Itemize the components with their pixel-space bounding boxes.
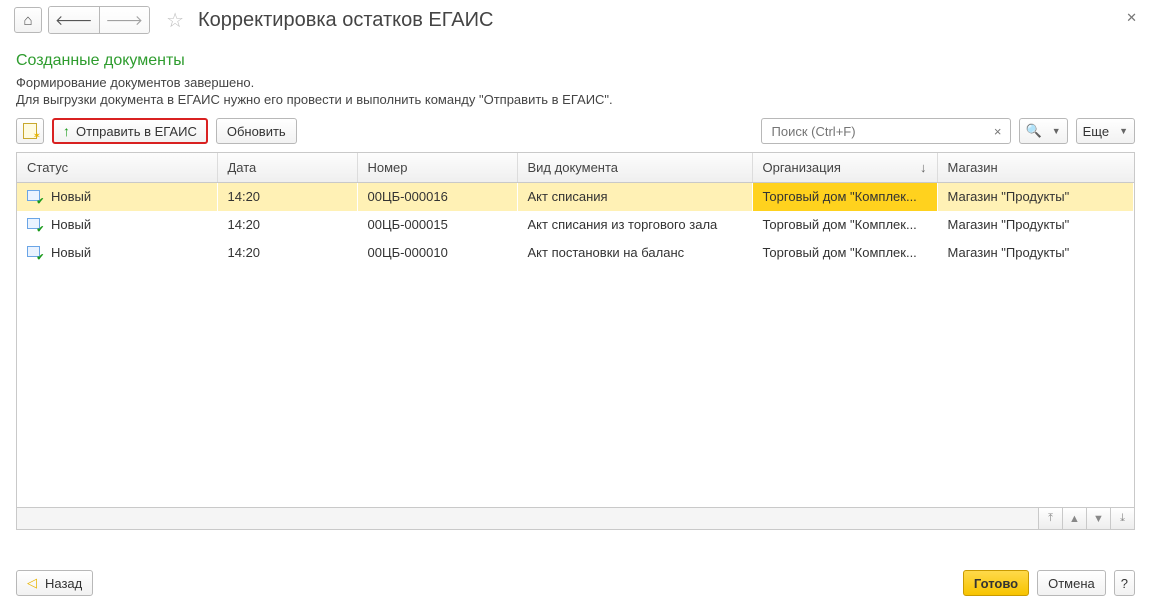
page-title: Корректировка остатков ЕГАИС [198,9,493,32]
cell-date: 14:20 [217,211,357,239]
cell-status: Новый [17,211,217,239]
search-clear-button[interactable]: × [990,124,1006,139]
caret-down-icon: ▼ [1119,126,1128,136]
refresh-button[interactable]: Обновить [216,118,297,144]
instruction-line-2: Для выгрузки документа в ЕГАИС нужно его… [16,91,1135,108]
pager-up-button[interactable]: ▲ [1062,508,1086,529]
search-input[interactable] [770,123,990,140]
col-store[interactable]: Магазин [937,153,1134,183]
pager-first-button[interactable]: ⤒ [1038,508,1062,529]
col-doc-type[interactable]: Вид документа [517,153,752,183]
done-label: Готово [974,576,1018,591]
sort-indicator-icon: ↓ [920,160,927,175]
more-label: Еще [1083,124,1109,139]
home-icon [23,12,32,29]
cell-number: 00ЦБ-000015 [357,211,517,239]
search-field-wrap: × [761,118,1011,144]
cell-org: Торговый дом "Комплек... [752,183,937,211]
arrow-left-icon [55,12,93,29]
table-row[interactable]: Новый14:2000ЦБ-000010Акт постановки на б… [17,239,1134,267]
status-icon [27,218,41,231]
cell-doc_type: Акт постановки на баланс [517,239,752,267]
new-document-icon [23,123,37,139]
back-triangle-icon: ◁ [27,575,37,591]
back-label: Назад [45,576,82,591]
col-org[interactable]: Организация↓ [752,153,937,183]
pager-down-button[interactable]: ▼ [1086,508,1110,529]
col-date[interactable]: Дата [217,153,357,183]
cell-status: Новый [17,183,217,211]
status-icon [27,190,41,203]
cancel-label: Отмена [1048,576,1095,591]
nav-back-button[interactable] [49,7,100,33]
cell-date: 14:20 [217,239,357,267]
col-number[interactable]: Номер [357,153,517,183]
cell-store: Магазин "Продукты" [937,183,1134,211]
documents-table: Статус Дата Номер Вид документа Организа… [16,152,1135,530]
close-button[interactable]: ✕ [1126,10,1137,26]
new-document-button[interactable] [16,118,44,144]
nav-history-group [48,6,150,34]
send-to-egais-button[interactable]: ↑ Отправить в ЕГАИС [52,118,208,144]
home-button[interactable] [14,7,42,33]
status-icon [27,246,41,259]
cell-number: 00ЦБ-000010 [357,239,517,267]
cell-store: Магазин "Продукты" [937,239,1134,267]
upload-arrow-icon: ↑ [63,123,70,139]
favorite-star-icon[interactable]: ☆ [166,8,184,33]
cell-date: 14:20 [217,183,357,211]
done-button[interactable]: Готово [963,570,1029,596]
send-to-egais-label: Отправить в ЕГАИС [76,124,197,139]
cell-doc_type: Акт списания [517,183,752,211]
table-row[interactable]: Новый14:2000ЦБ-000016Акт списанияТорговы… [17,183,1134,211]
cancel-button[interactable]: Отмена [1037,570,1106,596]
cell-store: Магазин "Продукты" [937,211,1134,239]
help-label: ? [1121,576,1128,591]
cell-status: Новый [17,239,217,267]
table-pager: ⤒ ▲ ▼ ⤓ [17,507,1134,529]
more-button[interactable]: Еще ▼ [1076,118,1135,144]
magnifier-icon: 🔍 [1026,123,1042,139]
cell-number: 00ЦБ-000016 [357,183,517,211]
help-button[interactable]: ? [1114,570,1135,596]
pager-last-button[interactable]: ⤓ [1110,508,1134,529]
table-row[interactable]: Новый14:2000ЦБ-000015Акт списания из тор… [17,211,1134,239]
cell-doc_type: Акт списания из торгового зала [517,211,752,239]
nav-forward-button[interactable] [100,7,150,33]
search-options-button[interactable]: 🔍▼ [1019,118,1068,144]
cell-org: Торговый дом "Комплек... [752,239,937,267]
instruction-line-1: Формирование документов завершено. [16,74,1135,91]
col-status[interactable]: Статус [17,153,217,183]
section-subtitle: Созданные документы [16,52,1135,70]
back-button[interactable]: ◁ Назад [16,570,93,596]
caret-down-icon: ▼ [1052,126,1061,136]
refresh-label: Обновить [227,124,286,139]
arrow-right-icon [106,12,144,29]
cell-org: Торговый дом "Комплек... [752,211,937,239]
